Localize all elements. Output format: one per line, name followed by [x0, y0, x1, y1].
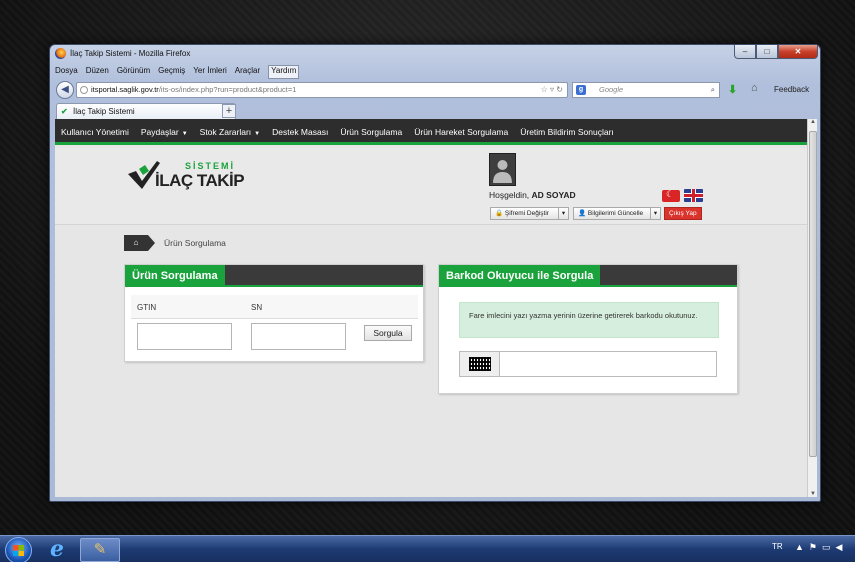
menu-view[interactable]: Görünüm	[117, 65, 150, 79]
maximize-button[interactable]: □	[756, 45, 778, 59]
site-favicon-icon: ✔	[61, 107, 68, 116]
browser-window: İlaç Takip Sistemi - Mozilla Firefox – □…	[49, 44, 821, 502]
barcode-query-title: Barkod Okuyucu ile Sorgula	[439, 265, 601, 287]
sn-label: SN	[251, 303, 263, 312]
system-tray-icons[interactable]: ▲⚑▭◀	[795, 542, 847, 553]
new-tab-button[interactable]: +	[222, 104, 236, 118]
search-bar[interactable]: g Google ⌕	[572, 82, 720, 98]
logout-button[interactable]: Çıkış Yap	[664, 207, 702, 220]
site-header: SİSTEMİ İLAÇ TAKİP Hoşgeldin, AD SOYAD 🔒…	[55, 148, 807, 225]
scrollbar-thumb[interactable]	[809, 131, 817, 457]
barcode-info-alert: Fare imlecini yazı yazma yerinin üzerine…	[459, 302, 719, 338]
product-query-title: Ürün Sorgulama	[125, 265, 225, 287]
nav-user-management[interactable]: Kullanıcı Yönetimi	[55, 119, 135, 145]
menu-help[interactable]: Yardım	[268, 65, 300, 79]
nav-toolbar: ◀ itsportal.saglik.gov.tr/its-os/index.p…	[54, 81, 816, 99]
menu-file[interactable]: Dosya	[55, 65, 78, 79]
sn-input[interactable]	[251, 323, 346, 350]
globe-icon	[80, 86, 88, 94]
uk-flag-icon[interactable]	[684, 189, 703, 202]
search-icon[interactable]: ⌕	[711, 83, 715, 97]
minimize-button[interactable]: –	[734, 45, 756, 59]
internet-explorer-icon[interactable]: e	[50, 538, 74, 561]
logo-ilac-takip: İLAÇ TAKİP	[155, 171, 245, 190]
avatar	[489, 153, 516, 186]
url-domain: itsportal.saglik.gov.tr	[91, 85, 159, 94]
nav-product-query[interactable]: Ürün Sorgulama	[334, 119, 408, 145]
barcode-input-group[interactable]	[459, 351, 717, 377]
nav-stock-losses[interactable]: Stok Zararları ▼	[194, 119, 266, 145]
close-button[interactable]: ✕	[778, 45, 818, 59]
menu-history[interactable]: Geçmiş	[158, 65, 185, 79]
feedback-button[interactable]: Feedback	[774, 85, 809, 94]
tab-ilac-takip[interactable]: ✔ İlaç Takip Sistemi	[56, 103, 236, 119]
menu-edit[interactable]: Düzen	[86, 65, 109, 79]
nav-production-report-results[interactable]: Üretim Bildirim Sonuçları	[514, 119, 620, 145]
caret-down-icon: ▼	[254, 131, 261, 137]
breadcrumb-current: Ürün Sorgulama	[164, 238, 226, 248]
bookmark-star-icon[interactable]: ☆ ▿ ↻	[541, 83, 563, 97]
nav-stakeholders[interactable]: Paydaşlar ▼	[135, 119, 194, 145]
taskbar-app-icon[interactable]: ✎	[80, 538, 120, 562]
nav-product-movement-query[interactable]: Ürün Hareket Sorgulama	[408, 119, 514, 145]
gtin-label: GTIN	[137, 303, 157, 312]
menu-bar: Dosya Düzen Görünüm Geçmiş Yer İmleri Ar…	[55, 65, 300, 79]
language-indicator[interactable]: TR	[772, 542, 783, 551]
barcode-query-panel: Barkod Okuyucu ile Sorgula Fare imlecini…	[438, 264, 738, 394]
url-path: /its-os/index.php?run=product&product=1	[158, 85, 297, 94]
product-query-panel: Ürün Sorgulama GTIN SN Sorgula	[124, 264, 424, 362]
update-info-button[interactable]: 👤 Bilgilerimi Güncelle	[573, 207, 651, 220]
url-bar[interactable]: itsportal.saglik.gov.tr/its-os/index.php…	[76, 82, 568, 98]
caret-down-icon: ▼	[181, 131, 188, 137]
scroll-up-icon[interactable]: ▲	[808, 119, 818, 125]
nav-help-desk[interactable]: Destek Masası	[266, 119, 334, 145]
title-bar[interactable]: İlaç Takip Sistemi - Mozilla Firefox – □…	[50, 45, 820, 63]
barcode-icon	[460, 352, 500, 376]
tab-bar: ✔ İlaç Takip Sistemi +	[54, 103, 816, 119]
user-name: AD SOYAD	[531, 190, 576, 200]
welcome-text: Hoşgeldin, AD SOYAD	[489, 190, 576, 200]
query-button[interactable]: Sorgula	[364, 325, 412, 341]
window-title: İlaç Takip Sistemi - Mozilla Firefox	[70, 49, 191, 58]
start-button[interactable]	[5, 537, 32, 562]
site-top-nav: Kullanıcı Yönetimi Paydaşlar ▼ Stok Zarar…	[55, 119, 807, 145]
site-logo[interactable]: SİSTEMİ İLAÇ TAKİP	[127, 155, 247, 195]
google-icon: g	[576, 85, 586, 95]
home-icon[interactable]: ⌂	[751, 82, 758, 94]
download-icon[interactable]: ⬇	[728, 83, 737, 96]
taskbar: e ✎ TR ▲⚑▭◀	[0, 535, 855, 562]
search-placeholder: Google	[599, 85, 624, 94]
firefox-icon	[55, 48, 66, 59]
barcode-input[interactable]	[502, 354, 712, 374]
gtin-input[interactable]	[137, 323, 232, 350]
update-info-dropdown[interactable]: ▾	[650, 207, 661, 220]
menu-tools[interactable]: Araçlar	[235, 65, 260, 79]
tab-label: İlaç Takip Sistemi	[73, 107, 135, 116]
page-scrollbar[interactable]: ▲ ▼	[807, 119, 817, 497]
back-button[interactable]: ◀	[56, 81, 74, 99]
change-password-button[interactable]: 🔒 Şifremi Değiştir	[490, 207, 559, 220]
home-icon[interactable]: ⌂	[124, 235, 155, 251]
turkish-flag-icon[interactable]	[662, 189, 680, 202]
web-page: Kullanıcı Yönetimi Paydaşlar ▼ Stok Zarar…	[55, 119, 807, 497]
change-password-dropdown[interactable]: ▾	[558, 207, 569, 220]
logo-sistemi: SİSTEMİ	[185, 161, 236, 171]
menu-bookmarks[interactable]: Yer İmleri	[193, 65, 227, 79]
scroll-down-icon[interactable]: ▼	[808, 491, 818, 497]
